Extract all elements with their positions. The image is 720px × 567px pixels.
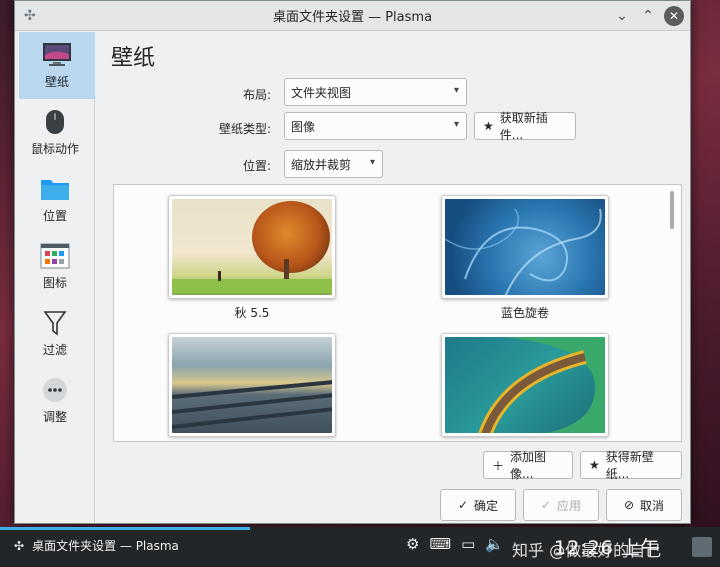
minimize-button[interactable]: ⌄: [612, 6, 632, 26]
wallpaper-thumbnail-green-ribbon[interactable]: [441, 333, 609, 437]
settings-window: ✣ 桌面文件夹设置 — Plasma ⌄ ⌃ ✕ 壁纸 鼠标动作 位置 图标 过…: [14, 0, 691, 524]
sidebar-item-label: 鼠标动作: [30, 142, 79, 156]
mouse-icon: [40, 108, 70, 136]
wallpaper-image: [445, 337, 605, 433]
gallery-scrollbar[interactable]: [670, 191, 674, 229]
sidebar-item-label: 调整: [42, 410, 67, 424]
wallpaper-type-select[interactable]: 图像 ▾: [284, 112, 467, 140]
task-indicator: [0, 527, 250, 530]
chevron-down-icon: ▾: [453, 119, 459, 130]
layout-label: 布局:: [242, 88, 271, 102]
wallpaper-image: [172, 199, 332, 295]
add-image-label: 添加图像...: [510, 450, 547, 481]
taskbar-entry-settings[interactable]: ✣ 桌面文件夹设置 — Plasma: [14, 537, 179, 554]
sidebar-item-label: 过滤: [42, 343, 67, 357]
sidebar-item-icons[interactable]: 图标: [15, 233, 95, 300]
taskbar-entry-label: 桌面文件夹设置 — Plasma: [32, 539, 179, 553]
system-tray: ⚙ ⌨ ▭ 🔈: [406, 535, 504, 553]
position-select-value: 缩放并裁剪: [291, 157, 352, 172]
wallpaper-type-value: 图像: [291, 119, 316, 134]
icons-icon: [40, 242, 70, 270]
main-panel: 壁纸 布局: 文件夹视图 ▾ 壁纸类型: 图像 ▾ ★ 获取新插件... 位置:…: [97, 32, 690, 523]
close-button[interactable]: ✕: [664, 6, 684, 26]
get-new-plugins-button[interactable]: ★ 获取新插件...: [474, 111, 576, 142]
ok-label: 确定: [474, 498, 499, 513]
titlebar[interactable]: ✣ 桌面文件夹设置 — Plasma ⌄ ⌃ ✕: [15, 1, 690, 31]
app-icon: ✣: [14, 538, 25, 553]
plus-icon: ＋: [492, 458, 505, 473]
monitor-icon: [42, 41, 72, 69]
maximize-button[interactable]: ⌃: [638, 6, 658, 26]
filter-icon: [40, 309, 70, 337]
wallpaper-label: 蓝色旋卷: [500, 306, 549, 320]
get-new-plugins-label: 获取新插件...: [499, 111, 548, 142]
position-select[interactable]: 缩放并裁剪 ▾: [284, 150, 383, 178]
sidebar-item-label: 壁纸: [44, 75, 69, 89]
apply-label: 应用: [557, 498, 582, 513]
wallpaper-thumbnail-blue-swirl[interactable]: [441, 195, 609, 299]
window-title: 桌面文件夹设置 — Plasma: [272, 10, 433, 25]
cancel-icon: ⊘: [623, 498, 635, 512]
sidebar-item-label: 位置: [42, 209, 67, 223]
layout-select-value: 文件夹视图: [291, 85, 352, 100]
folder-icon: [40, 175, 70, 203]
position-label: 位置:: [242, 159, 271, 173]
cancel-button[interactable]: ⊘ 取消: [606, 489, 682, 521]
wallpaper-label: 秋 5.5: [234, 306, 270, 320]
checkmark-icon: ✓: [457, 498, 469, 512]
wallpaper-image: [172, 337, 332, 433]
taskbar: ✣ 桌面文件夹设置 — Plasma ⚙ ⌨ ▭ 🔈 知乎 @做最好的自己 12…: [0, 527, 720, 567]
star-icon: ★: [483, 119, 494, 133]
wallpaper-gallery[interactable]: 秋 5.5 蓝色旋卷: [113, 184, 682, 442]
chevron-down-icon: ▾: [369, 157, 375, 168]
get-new-wallpapers-button[interactable]: ★ 获得新壁纸...: [580, 450, 682, 481]
sidebar-item-filter[interactable]: 过滤: [15, 300, 95, 367]
sidebar-item-location[interactable]: 位置: [15, 166, 95, 233]
sidebar-item-tweaks[interactable]: 调整: [15, 367, 95, 434]
get-new-wallpapers-label: 获得新壁纸...: [605, 450, 654, 481]
keyboard-icon[interactable]: ⌨: [429, 535, 451, 553]
more-icon: [40, 376, 70, 404]
volume-icon[interactable]: 🔈: [485, 535, 504, 553]
wallpaper-image: [445, 199, 605, 295]
cancel-label: 取消: [640, 498, 665, 513]
wallpaper-thumbnail-pier[interactable]: [168, 333, 336, 437]
sidebar-item-wallpaper[interactable]: 壁纸: [19, 32, 95, 99]
network-icon[interactable]: ⚙: [406, 535, 419, 553]
show-desktop-icon[interactable]: [692, 537, 712, 557]
clock[interactable]: 12:26 上午: [554, 533, 661, 560]
checkmark-icon: ✓: [540, 498, 552, 512]
chevron-down-icon: ▾: [453, 85, 459, 96]
display-icon[interactable]: ▭: [461, 535, 475, 553]
star-icon: ★: [589, 458, 600, 472]
wallpaper-type-label: 壁纸类型:: [218, 122, 271, 136]
add-image-button[interactable]: ＋ 添加图像...: [483, 450, 573, 481]
app-menu-icon[interactable]: ✣: [24, 8, 36, 24]
wallpaper-thumbnail-autumn[interactable]: [168, 195, 336, 299]
sidebar: 壁纸 鼠标动作 位置 图标 过滤 调整: [15, 32, 95, 523]
sidebar-item-label: 图标: [42, 276, 67, 290]
sidebar-item-mouse-actions[interactable]: 鼠标动作: [15, 99, 95, 166]
layout-select[interactable]: 文件夹视图 ▾: [284, 78, 467, 106]
page-title: 壁纸: [111, 46, 156, 71]
ok-button[interactable]: ✓ 确定: [440, 489, 516, 521]
apply-button[interactable]: ✓ 应用: [523, 489, 599, 521]
